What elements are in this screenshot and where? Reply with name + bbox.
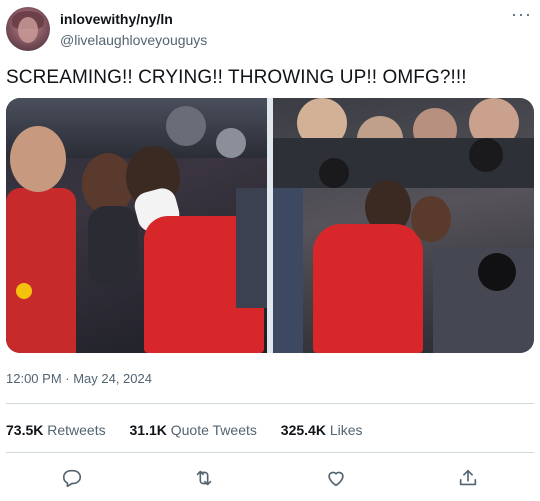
more-options-icon[interactable]: ··· <box>511 4 532 25</box>
photo-1[interactable] <box>6 98 267 353</box>
photo-2-driver-suit <box>313 224 423 353</box>
author-handle[interactable]: @livelaughloveyouguys <box>60 32 207 48</box>
likes-label: Likes <box>329 422 363 438</box>
divider-bottom <box>6 452 534 453</box>
media-grid <box>6 98 534 353</box>
likes-stat[interactable]: 325.4K Likes <box>281 422 363 438</box>
likes-count: 325.4K <box>280 422 326 438</box>
photo-1-photographer <box>216 128 246 158</box>
retweet-icon[interactable] <box>190 464 218 492</box>
like-icon[interactable] <box>322 464 350 492</box>
avatar-face <box>18 17 38 43</box>
photo-2-left-crowd <box>273 188 303 353</box>
retweets-stat[interactable]: 73.5K Retweets <box>6 422 106 438</box>
photo-1-shell-logo <box>16 283 32 299</box>
photo-1-right-crowd <box>236 188 267 308</box>
retweets-label: Retweets <box>47 422 106 438</box>
photo-2-camera-3 <box>478 253 516 291</box>
avatar[interactable] <box>6 7 50 51</box>
divider-top <box>6 403 534 404</box>
photo-2-camera-1 <box>319 158 349 188</box>
tweet-text: SCREAMING!! CRYING!! THROWING UP!! OMFG?… <box>6 67 467 88</box>
tweet-card: inlovewithy/ny/ln @livelaughloveyouguys … <box>0 0 540 501</box>
photo-1-staff-head <box>10 126 66 192</box>
quote-tweets-label: Quote Tweets <box>170 422 257 438</box>
photo-1-staff-shirt <box>6 188 76 353</box>
quote-tweets-stat[interactable]: 31.1K Quote Tweets <box>130 422 257 438</box>
engagement-stats: 73.5K Retweets 31.1K Quote Tweets 325.4K… <box>6 422 383 438</box>
tweet-timestamp[interactable]: 12:00 PM · May 24, 2024 <box>6 371 152 386</box>
photo-1-camera <box>166 106 206 146</box>
author-display-name[interactable]: inlovewithy/ny/ln <box>60 11 173 27</box>
quote-tweets-count: 31.1K <box>129 422 167 438</box>
photo-2-woman-head <box>411 196 451 242</box>
reply-icon[interactable] <box>58 464 86 492</box>
photo-1-woman-body <box>88 206 138 286</box>
retweets-count: 73.5K <box>6 422 44 438</box>
photo-2[interactable] <box>273 98 534 353</box>
share-icon[interactable] <box>454 464 482 492</box>
action-bar <box>0 464 540 492</box>
photo-2-camera-2 <box>469 138 503 172</box>
